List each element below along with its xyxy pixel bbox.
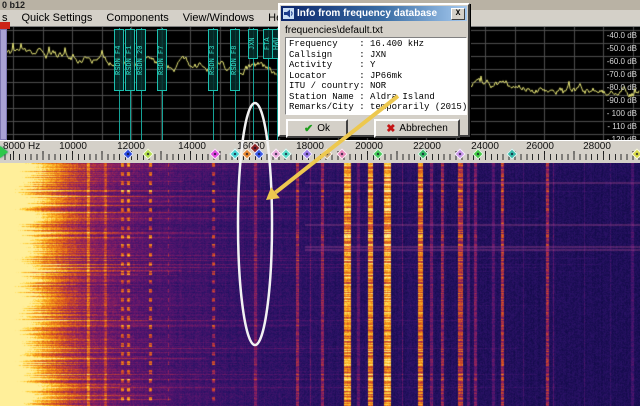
dialog-buttons: ✔ Ok ✖ Abbrechen — [280, 119, 472, 139]
window-title: 0 b12 — [2, 0, 25, 10]
field-label: Activity — [289, 60, 359, 71]
database-file-label: frequencies\default.txt — [280, 22, 468, 38]
check-icon: ✔ — [304, 122, 313, 135]
info-field-locator: Locator: JP66mk — [289, 71, 463, 82]
speaker-icon — [283, 8, 294, 19]
diamond-center-dot — [377, 153, 380, 156]
ok-button-label: Ok — [317, 123, 330, 134]
diamond-center-dot — [511, 153, 514, 156]
db-axis-label: -60.0 dB — [607, 57, 637, 66]
field-value: : JP66mk — [359, 71, 402, 81]
field-value: : Y — [359, 60, 375, 70]
freq-axis-label: 26000 — [526, 141, 554, 152]
diamond-center-dot — [214, 153, 217, 156]
field-value: : 16.400 kHz — [359, 39, 424, 49]
diamond-center-dot — [326, 153, 329, 156]
field-label: Frequency — [289, 39, 359, 50]
freq-axis-label: 22000 — [413, 141, 441, 152]
waterfall-display[interactable] — [0, 163, 640, 406]
info-dialog: Info from frequency database X frequenci… — [278, 3, 470, 137]
field-label: Station Name — [289, 92, 359, 103]
diamond-center-dot — [477, 153, 480, 156]
cancel-button-label: Abbrechen — [399, 123, 447, 134]
station-label-rsdn-f3[interactable]: RSDN F3 — [208, 29, 218, 91]
station-info-text: Frequency: 16.400 kHzCallsign: JXNActivi… — [285, 37, 467, 115]
field-value: : NOR — [359, 81, 386, 91]
cancel-button[interactable]: ✖ Abbrechen — [374, 119, 460, 138]
diamond-center-dot — [341, 153, 344, 156]
scale-cursor-icon[interactable] — [0, 146, 8, 158]
info-field-frequency: Frequency: 16.400 kHz — [289, 39, 463, 50]
diamond-center-dot — [636, 153, 639, 156]
station-label-jxn[interactable]: JXN — [248, 29, 258, 59]
db-axis-label: - 100 dB — [607, 109, 637, 118]
station-label-rsdn-f4[interactable]: RSDN F4 — [114, 29, 124, 91]
diamond-center-dot — [275, 153, 278, 156]
diamond-center-dot — [127, 153, 130, 156]
freq-axis-label: 8000 Hz — [3, 141, 40, 152]
db-axis-label: -50.0 dB — [607, 44, 637, 53]
info-field-itu-country: ITU / country: NOR — [289, 81, 463, 92]
freq-axis-label: 14000 — [178, 141, 206, 152]
record-indicator — [0, 22, 10, 29]
field-label: Locator — [289, 71, 359, 82]
db-axis-label: -70.0 dB — [607, 70, 637, 79]
db-axis-label: - 110 dB — [607, 122, 637, 131]
diamond-center-dot — [246, 153, 249, 156]
freq-axis-label: 28000 — [583, 141, 611, 152]
info-field-station-name: Station Name: Aldra Island — [289, 92, 463, 103]
diamond-center-dot — [234, 153, 237, 156]
diamond-center-dot — [254, 147, 257, 150]
ok-button[interactable]: ✔ Ok — [286, 119, 348, 138]
field-label: Callsign — [289, 50, 359, 61]
x-icon: ✖ — [386, 122, 395, 135]
field-value: : Aldra Island — [359, 92, 435, 102]
dialog-title: Info from frequency database — [297, 8, 451, 19]
frequency-scale[interactable]: 8000 Hz100001200014000160001800020000220… — [0, 140, 640, 163]
db-axis-label: -40.0 dB — [607, 31, 637, 40]
menu-item-components[interactable]: Components — [99, 12, 175, 24]
left-side-strip — [0, 29, 7, 140]
station-label-rsdn-f1[interactable]: RSDN F1 — [125, 29, 135, 91]
field-label: Remarks/City — [289, 102, 359, 113]
diamond-center-dot — [147, 153, 150, 156]
diamond-center-dot — [258, 153, 261, 156]
field-label: ITU / country — [289, 81, 359, 92]
station-label-rsdn-f7[interactable]: RSDN F7 — [157, 29, 167, 91]
station-label-rsdn-20[interactable]: RSDN 20 — [136, 29, 146, 91]
app-window: 0 b12 sQuick SettingsComponentsView/Wind… — [0, 0, 640, 406]
station-label-rsdn-f8[interactable]: RSDN F8 — [230, 29, 240, 91]
diamond-center-dot — [422, 153, 425, 156]
dialog-titlebar[interactable]: Info from frequency database X — [281, 6, 467, 21]
field-value: : JXN — [359, 50, 386, 60]
minor-ticks — [0, 154, 640, 160]
info-field-callsign: Callsign: JXN — [289, 50, 463, 61]
freq-axis-label: 10000 — [59, 141, 87, 152]
diamond-center-dot — [459, 153, 462, 156]
db-axis-label: -90.0 dB — [607, 96, 637, 105]
db-axis-label: -80.0 dB — [607, 83, 637, 92]
diamond-center-dot — [285, 153, 288, 156]
menu-item-view-windows[interactable]: View/Windows — [176, 12, 261, 24]
diamond-center-dot — [306, 153, 309, 156]
info-field-activity: Activity: Y — [289, 60, 463, 71]
menu-item-quick-settings[interactable]: Quick Settings — [15, 12, 100, 24]
field-value: : temporarily (2015) — [359, 102, 467, 112]
close-icon[interactable]: X — [451, 8, 465, 20]
info-field-remarks-city: Remarks/City: temporarily (2015) — [289, 102, 463, 113]
